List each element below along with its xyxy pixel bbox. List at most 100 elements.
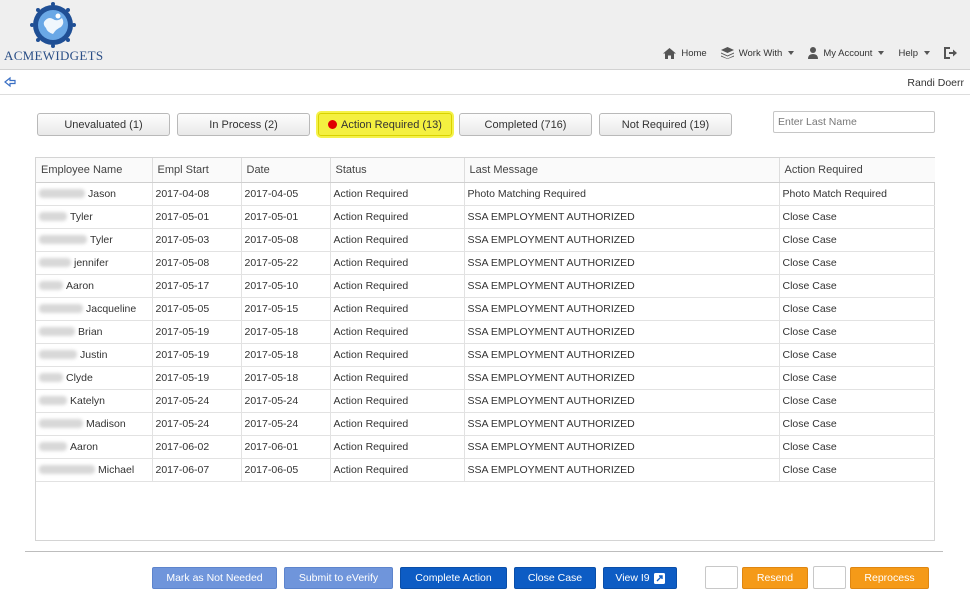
chevron-down-icon <box>788 51 795 55</box>
empl-start-cell: 2017-04-08 <box>152 182 242 206</box>
employee-first-name: Brian <box>78 325 103 338</box>
redacted-surname <box>39 304 83 314</box>
employee-name-cell: jennifer <box>36 251 153 275</box>
empl-start-cell: 2017-05-17 <box>152 274 242 298</box>
column-header-date[interactable]: Date <box>241 158 331 183</box>
last-message-cell: SSA EMPLOYMENT AUTHORIZED <box>464 274 780 298</box>
reprocess-button[interactable]: Reprocess <box>850 567 929 589</box>
last-message-cell: SSA EMPLOYMENT AUTHORIZED <box>464 320 780 344</box>
column-header-action-required[interactable]: Action Required <box>779 158 935 183</box>
employee-first-name: Tyler <box>90 233 113 246</box>
nav-my-account[interactable]: My Account <box>808 47 885 59</box>
sub-bar: Randi Doerr <box>0 71 970 95</box>
nav-help-label: Help <box>898 47 918 59</box>
employee-table-container[interactable]: Employee Name Empl Start Date Status Las… <box>35 157 935 541</box>
logout-icon <box>944 47 957 59</box>
back-arrow-icon[interactable] <box>4 76 16 88</box>
table-row[interactable]: Tyler 2017-05-03 2017-05-08 Action Required… <box>36 228 935 252</box>
column-header-status[interactable]: Status <box>330 158 465 183</box>
empl-start-cell: 2017-05-01 <box>152 205 242 229</box>
last-message-cell: SSA EMPLOYMENT AUTHORIZED <box>464 458 780 482</box>
employee-first-name: jennifer <box>74 256 109 269</box>
redacted-surname <box>39 419 83 429</box>
nav-work-with[interactable]: Work With <box>720 47 795 59</box>
employee-name-cell: Aaron <box>36 274 153 298</box>
tab-in-process[interactable]: In Process (2) <box>177 113 310 136</box>
table-row[interactable]: Tyler 2017-05-01 2017-05-01 Action Required… <box>36 205 935 229</box>
resend-button[interactable]: Resend <box>742 567 808 589</box>
employee-first-name: Michael <box>98 463 135 476</box>
table-header-row: Employee Name Empl Start Date Status Las… <box>36 158 935 183</box>
nav-my-account-label: My Account <box>823 47 873 59</box>
view-i9-button[interactable]: View I9 <box>603 567 677 589</box>
table-row[interactable]: Clyde 2017-05-19 2017-05-18 Action Required… <box>36 366 935 390</box>
date-cell: 2017-05-08 <box>241 228 331 252</box>
status-cell: Action Required <box>330 412 465 436</box>
stack-icon <box>720 47 734 59</box>
status-cell: Action Required <box>330 343 465 367</box>
empl-start-cell: 2017-06-02 <box>152 435 242 459</box>
app-header: ACMEWIDGETS Home Work With My Account He… <box>0 0 970 70</box>
user-name: Randi Doerr <box>907 77 964 89</box>
empl-start-cell: 2017-06-07 <box>152 458 242 482</box>
action-required-cell: Close Case <box>779 435 935 459</box>
resend-option-box[interactable] <box>705 566 738 589</box>
resend-label: Resend <box>756 572 794 584</box>
date-cell: 2017-05-18 <box>241 320 331 344</box>
employee-first-name: Tyler <box>70 210 93 223</box>
action-required-cell: Close Case <box>779 343 935 367</box>
date-cell: 2017-05-15 <box>241 297 331 321</box>
action-required-cell: Close Case <box>779 205 935 229</box>
submit-everify-button[interactable]: Submit to eVerify <box>284 567 393 589</box>
table-row[interactable]: Brian 2017-05-19 2017-05-18 Action Required… <box>36 320 935 344</box>
red-dot-icon <box>328 120 338 129</box>
redacted-surname <box>39 281 63 291</box>
nav-home-label: Home <box>681 47 707 59</box>
employee-name-cell: Clyde <box>36 366 153 390</box>
table-row[interactable]: jennifer 2017-05-08 2017-05-22 Action Requi… <box>36 251 935 275</box>
redacted-surname <box>39 350 77 360</box>
tab-label: In Process (2) <box>209 118 278 131</box>
brand-logo[interactable]: ACMEWIDGETS <box>4 2 114 66</box>
nav-work-with-label: Work With <box>738 47 783 59</box>
last-message-cell: SSA EMPLOYMENT AUTHORIZED <box>464 228 780 252</box>
globe-logo-icon <box>30 2 76 48</box>
tab-label: Action Required (13) <box>341 118 442 131</box>
column-header-empl-start[interactable]: Empl Start <box>152 158 242 183</box>
column-header-last-message[interactable]: Last Message <box>464 158 780 183</box>
table-row[interactable]: Katelyn 2017-05-24 2017-05-24 Action Requir… <box>36 389 935 413</box>
table-row[interactable]: Justin 2017-05-19 2017-05-18 Action Require… <box>36 343 935 367</box>
date-cell: 2017-04-05 <box>241 182 331 206</box>
complete-action-button[interactable]: Complete Action <box>400 567 507 589</box>
nav-logout[interactable] <box>944 47 962 59</box>
employee-first-name: Justin <box>80 348 108 361</box>
table-row[interactable]: Jacqueline 2017-05-05 2017-05-15 Action Req… <box>36 297 935 321</box>
employee-name-cell: Tyler <box>36 228 153 252</box>
table-row[interactable]: Madison 2017-05-24 2017-05-24 Action Requir… <box>36 412 935 436</box>
nav-home[interactable]: Home <box>663 47 707 59</box>
table-row[interactable]: Jason 2017-04-08 2017-04-05 Action Required… <box>36 182 935 206</box>
tab-completed[interactable]: Completed (716) <box>459 113 592 136</box>
mark-not-needed-button[interactable]: Mark as Not Needed <box>152 567 277 589</box>
close-case-button[interactable]: Close Case <box>514 567 596 589</box>
employee-first-name: Aaron <box>70 440 99 453</box>
tab-action-required[interactable]: Action Required (13) <box>318 113 452 136</box>
home-icon <box>663 47 677 59</box>
table-row[interactable]: Aaron 2017-06-02 2017-06-01 Action Required… <box>36 435 935 459</box>
last-message-cell: SSA EMPLOYMENT AUTHORIZED <box>464 389 780 413</box>
nav-help[interactable]: Help <box>898 48 930 59</box>
last-name-search-input[interactable] <box>773 111 935 133</box>
redacted-surname <box>39 258 71 268</box>
date-cell: 2017-05-18 <box>241 343 331 367</box>
redacted-surname <box>39 465 95 475</box>
tab-not-required[interactable]: Not Required (19) <box>599 113 732 136</box>
tab-unevaluated[interactable]: Unevaluated (1) <box>37 113 170 136</box>
mark-not-needed-label: Mark as Not Needed <box>166 572 263 584</box>
table-row[interactable]: Aaron 2017-05-17 2017-05-10 Action Required… <box>36 274 935 298</box>
table-row[interactable]: Michael 2017-06-07 2017-06-05 Action Requir… <box>36 458 935 482</box>
employee-name-cell: Katelyn <box>36 389 153 413</box>
status-cell: Action Required <box>330 435 465 459</box>
redacted-surname <box>39 189 85 199</box>
column-header-employee-name[interactable]: Employee Name <box>36 158 153 183</box>
reprocess-option-box[interactable] <box>813 566 846 589</box>
